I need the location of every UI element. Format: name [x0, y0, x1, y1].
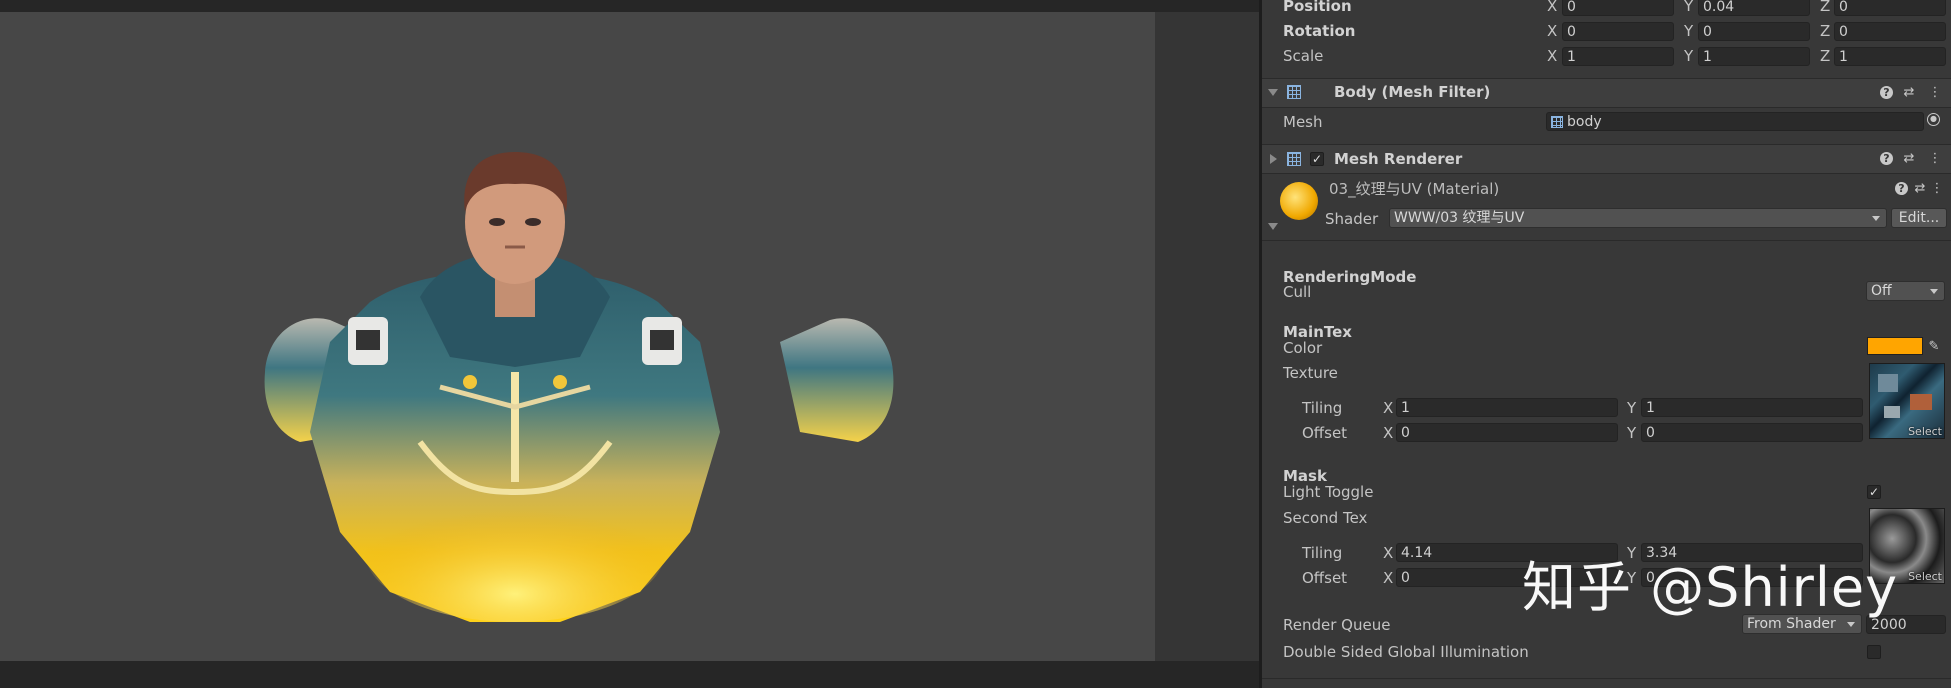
dropdown-arrow-icon	[1872, 216, 1880, 221]
scene-side-panel	[1155, 12, 1262, 661]
preset-icon[interactable]: ⇄	[1902, 151, 1916, 167]
main-texture-slot[interactable]: Select	[1869, 363, 1945, 439]
shader-edit-button[interactable]: Edit...	[1891, 208, 1947, 228]
mesh-icon	[1551, 116, 1563, 128]
shader-dropdown[interactable]: WWW/03 纹理与UV	[1389, 208, 1887, 228]
foldout-arrow-icon[interactable]	[1268, 89, 1278, 96]
dropdown-arrow-icon	[1930, 289, 1938, 294]
position-label: Position	[1283, 0, 1352, 15]
inspector-bottom-separator	[1262, 678, 1951, 679]
main-tiling-label: Tiling	[1302, 399, 1343, 417]
main-offset-x-axis: X	[1383, 424, 1394, 442]
more-menu-icon[interactable]: ⋮	[1928, 85, 1942, 101]
double-sided-gi-checkbox[interactable]	[1867, 645, 1881, 659]
texture-label: Texture	[1283, 364, 1338, 382]
main-tiling-x-field[interactable]: 1	[1396, 398, 1618, 417]
help-icon[interactable]: ?	[1880, 152, 1893, 165]
material-separator	[1262, 240, 1951, 241]
texture-detail	[1878, 374, 1898, 392]
scale-x-axis: X	[1547, 47, 1558, 65]
scale-y-axis: Y	[1684, 47, 1694, 65]
main-tiling-y-field[interactable]: 1	[1641, 398, 1863, 417]
material-foldout-icon[interactable]	[1268, 223, 1278, 230]
light-toggle-label: Light Toggle	[1283, 483, 1374, 501]
render-queue-label: Render Queue	[1283, 616, 1391, 634]
texture-detail	[1884, 406, 1900, 418]
main-tiling-y-axis: Y	[1627, 399, 1637, 417]
more-menu-icon[interactable]: ⋮	[1930, 181, 1944, 197]
scale-z-field[interactable]: 1	[1834, 47, 1946, 66]
object-picker-icon[interactable]: ●	[1927, 113, 1940, 126]
texture-detail	[1910, 394, 1932, 410]
mesh-object-field[interactable]: body	[1546, 112, 1924, 131]
scale-y-field[interactable]: 1	[1698, 47, 1810, 66]
main-offset-x-field[interactable]: 0	[1396, 423, 1618, 442]
rotation-y-field[interactable]: 0	[1698, 22, 1810, 41]
preset-icon[interactable]: ⇄	[1913, 181, 1927, 197]
character-bust-model	[264, 152, 894, 622]
select-label[interactable]: Select	[1908, 425, 1942, 438]
mesh-filter-icon	[1287, 85, 1301, 99]
position-x-axis: X	[1547, 0, 1558, 15]
preset-icon[interactable]: ⇄	[1902, 85, 1916, 101]
second-tex-label: Second Tex	[1283, 509, 1368, 527]
cull-dropdown[interactable]: Off	[1866, 281, 1945, 301]
rotation-x-field[interactable]: 0	[1562, 22, 1674, 41]
second-offset-label: Offset	[1302, 569, 1348, 587]
mesh-renderer-icon	[1287, 152, 1301, 166]
double-sided-gi-label: Double Sided Global Illumination	[1283, 643, 1529, 661]
help-icon[interactable]: ?	[1895, 182, 1908, 195]
rotation-y-axis: Y	[1684, 22, 1694, 40]
main-tiling-x-axis: X	[1383, 399, 1394, 417]
main-offset-y-axis: Y	[1627, 424, 1637, 442]
material-preview-icon	[1280, 182, 1318, 220]
scale-z-axis: Z	[1820, 47, 1831, 65]
help-icon[interactable]: ?	[1880, 86, 1893, 99]
mesh-filter-title: Body (Mesh Filter)	[1334, 83, 1491, 101]
rotation-z-field[interactable]: 0	[1834, 22, 1946, 41]
position-z-field[interactable]: 0	[1834, 0, 1946, 16]
mesh-renderer-title: Mesh Renderer	[1334, 150, 1463, 168]
light-toggle-checkbox[interactable]: ✓	[1867, 485, 1881, 499]
eyedropper-icon[interactable]: ✎	[1927, 339, 1941, 355]
main-color-swatch[interactable]	[1867, 337, 1923, 355]
rotation-label: Rotation	[1283, 22, 1356, 40]
scale-label: Scale	[1283, 47, 1324, 65]
main-offset-y-field[interactable]: 0	[1641, 423, 1863, 442]
select-label[interactable]: Select	[1908, 570, 1942, 583]
shader-value: WWW/03 纹理与UV	[1394, 210, 1525, 226]
more-menu-icon[interactable]: ⋮	[1928, 151, 1942, 167]
scene-bottom-strip	[0, 661, 1262, 688]
scene-viewport[interactable]	[0, 12, 1155, 661]
dropdown-arrow-icon	[1847, 622, 1855, 627]
second-tiling-x-axis: X	[1383, 544, 1394, 562]
rotation-z-axis: Z	[1820, 22, 1831, 40]
mesh-label: Mesh	[1283, 113, 1323, 131]
shader-label: Shader	[1325, 210, 1379, 228]
material-title: 03_纹理与UV (Material)	[1329, 180, 1500, 198]
second-offset-x-axis: X	[1383, 569, 1394, 587]
position-y-axis: Y	[1684, 0, 1694, 15]
rotation-x-axis: X	[1547, 22, 1558, 40]
foldout-arrow-icon[interactable]	[1270, 154, 1277, 164]
mesh-renderer-enabled-checkbox[interactable]: ✓	[1310, 152, 1324, 166]
color-label: Color	[1283, 339, 1323, 357]
scene-toolbar-strip	[0, 0, 1262, 12]
scale-x-field[interactable]: 1	[1562, 47, 1674, 66]
main-offset-label: Offset	[1302, 424, 1348, 442]
cull-label: Cull	[1283, 283, 1312, 301]
watermark-text: 知乎 @Shirley	[1522, 556, 1899, 619]
second-tiling-label: Tiling	[1302, 544, 1343, 562]
position-x-field[interactable]: 0	[1562, 0, 1674, 16]
position-z-axis: Z	[1820, 0, 1831, 15]
cull-value: Off	[1871, 283, 1892, 299]
position-y-field[interactable]: 0.04	[1698, 0, 1810, 16]
